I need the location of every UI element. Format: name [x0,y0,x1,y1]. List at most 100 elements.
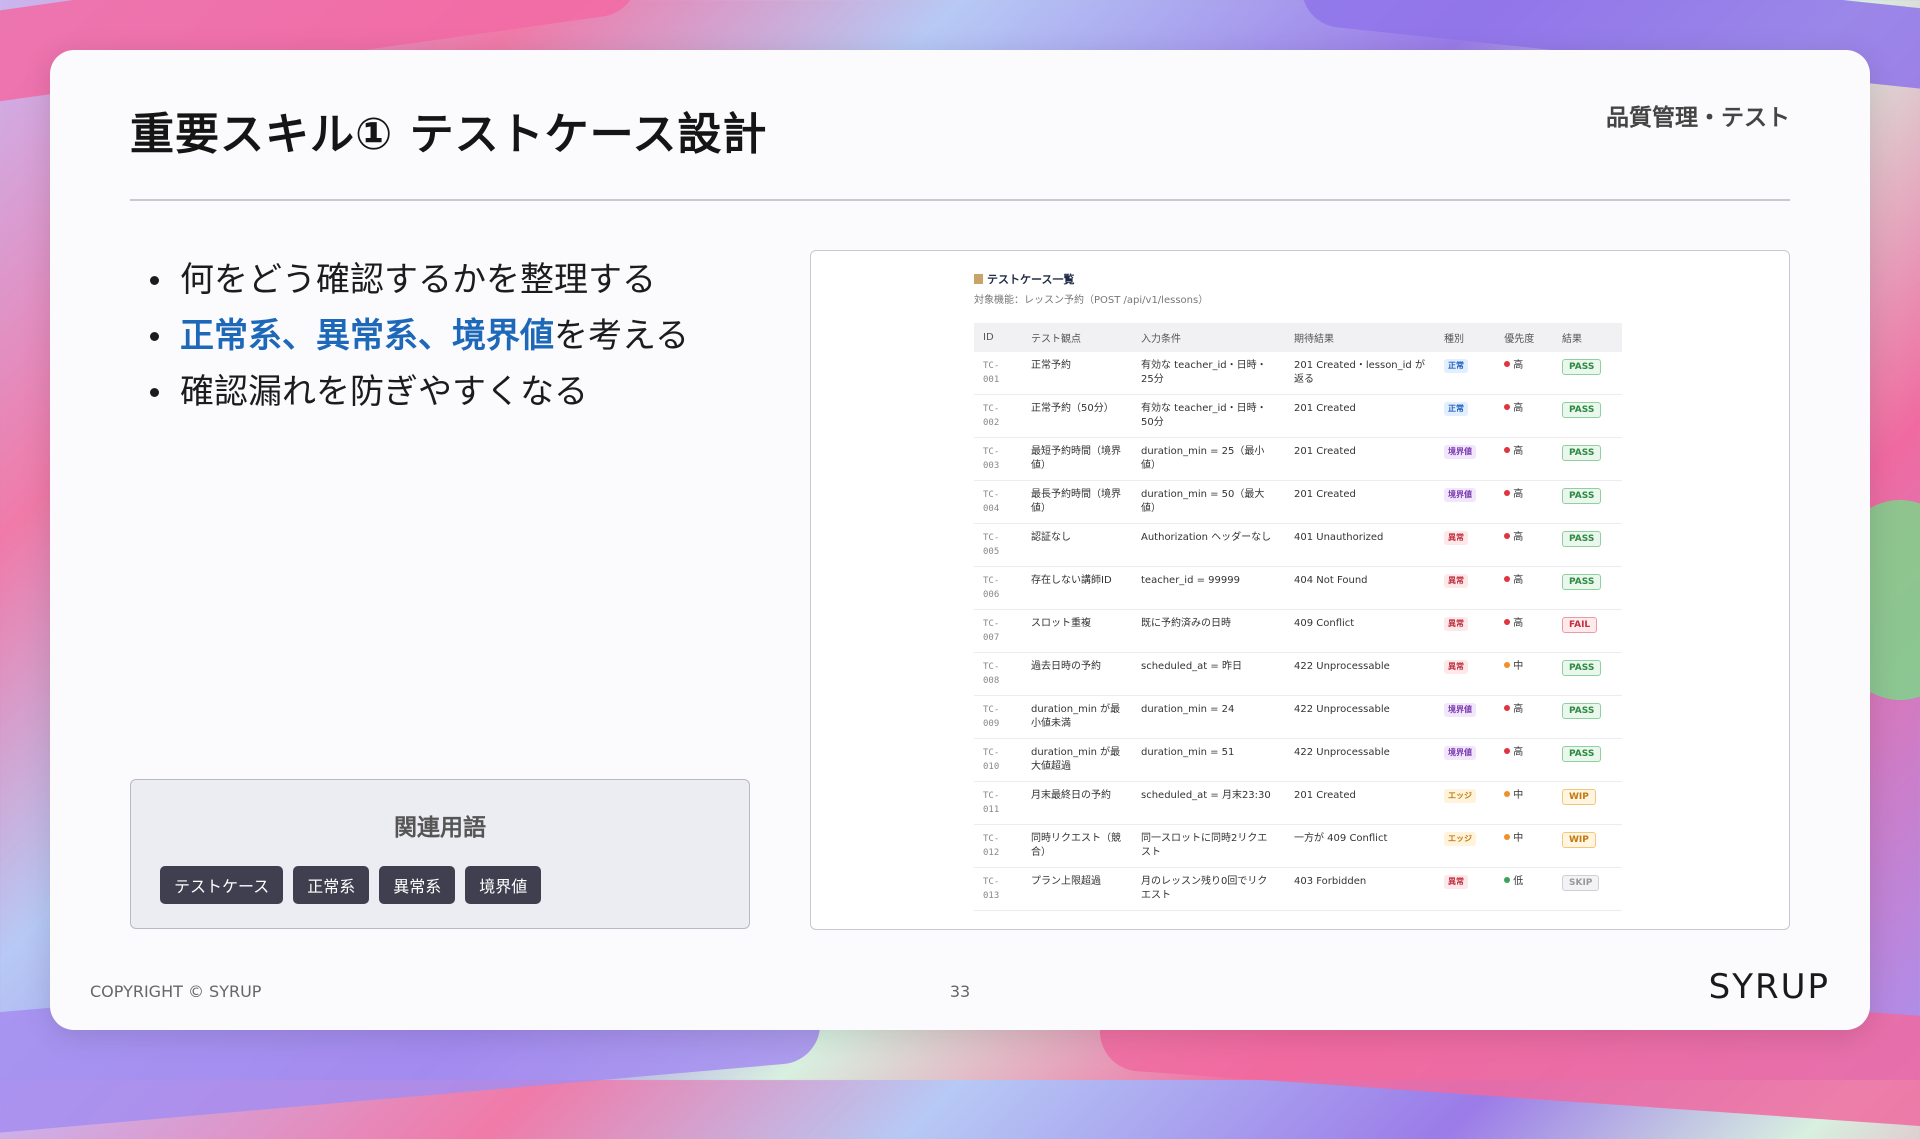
title-divider [130,199,1790,201]
table-row: TC-006 存在しない講師ID teacher_id = 99999 404 Not… [974,566,1622,610]
priority-label: 中 [1513,661,1524,672]
testcase-aspect: 過去日時の予約 [1022,652,1132,696]
type-badge: 異常 [1444,660,1468,674]
table-row: TC-011 月末最終日の予約 scheduled_at = 月末23:30 201 … [974,781,1622,825]
testcase-priority-cell: 高 [1495,523,1553,567]
type-badge: 異常 [1444,574,1468,588]
priority-dot-icon [1504,533,1511,539]
bullet-item: 確認漏れを防ぎやすくなる [150,364,689,420]
testcase-id: TC-012 [974,824,1022,868]
testcase-id: TC-006 [974,566,1022,610]
brand-logo: SYRUP [1708,967,1830,1007]
table-row: TC-008 過去日時の予約 scheduled_at = 昨日 422 Unproc… [974,652,1622,696]
bullet-text: 何をどう確認するかを整理する [180,260,656,300]
testcase-id: TC-011 [974,781,1022,825]
testcase-input: 同一スロットに同時2リクエスト [1132,824,1285,868]
priority-dot-icon [1504,705,1511,711]
testcase-priority-cell: 高 [1495,394,1553,438]
priority-label: 中 [1513,790,1524,801]
testcase-id: TC-005 [974,523,1022,567]
testcase-result-cell: SKIP [1553,867,1622,911]
testcase-aspect: 月末最終日の予約 [1022,781,1132,825]
result-badge: PASS [1562,574,1602,590]
related-terms-chips: テストケース 正常系 異常系 境界値 [160,866,542,904]
priority-label: 高 [1513,532,1524,543]
testcase-expected: 403 Forbidden [1285,867,1435,911]
type-badge: 正常 [1444,359,1468,373]
testcase-priority-cell: 高 [1495,695,1553,739]
type-badge: エッジ [1444,789,1476,803]
testcase-priority-cell: 中 [1495,781,1553,825]
testcase-expected: 422 Unprocessable [1285,738,1435,782]
testcase-aspect: プラン上限超過 [1022,867,1132,911]
column-header: 期待結果 [1285,323,1435,352]
testcase-expected: 401 Unauthorized [1285,523,1435,567]
testcase-priority-cell: 高 [1495,352,1553,395]
term-chip: 正常系 [293,866,370,904]
testcase-list-title: テストケース一覧 [974,271,1074,287]
testcase-input: scheduled_at = 昨日 [1132,652,1285,696]
testcase-id: TC-002 [974,394,1022,438]
testcase-expected: 一方が 409 Conflict [1285,824,1435,868]
testcase-aspect: 存在しない講師ID [1022,566,1132,610]
testcase-input: scheduled_at = 月末23:30 [1132,781,1285,825]
testcase-id: TC-008 [974,652,1022,696]
table-row: TC-003 最短予約時間（境界値） duration_min = 25（最小値） 2… [974,437,1622,481]
testcase-aspect: 最短予約時間（境界値） [1022,437,1132,481]
result-badge: PASS [1562,531,1602,547]
result-badge: PASS [1562,703,1602,719]
table-row: TC-002 正常予約（50分） 有効な teacher_id・日時・50分 201 … [974,394,1622,438]
priority-label: 高 [1513,747,1524,758]
priority-label: 高 [1513,403,1524,414]
testcase-type-cell: 正常 [1435,352,1496,395]
column-header: ID [974,323,1022,352]
priority-dot-icon [1504,662,1511,668]
testcase-result-cell: PASS [1553,652,1622,696]
priority-label: 高 [1513,618,1524,629]
table-row: TC-013 プラン上限超過 月のレッスン残り0回でリクエスト 403 Forbidd… [974,867,1622,911]
testcase-type-cell: 異常 [1435,609,1496,653]
bullet-item: 正常系、異常系、境界値を考える [150,308,689,364]
testcase-result-cell: WIP [1553,781,1622,825]
priority-dot-icon [1504,490,1511,496]
testcase-result-cell: PASS [1553,523,1622,567]
testcase-type-cell: 境界値 [1435,695,1496,739]
type-badge: 異常 [1444,531,1468,545]
table-row: TC-012 同時リクエスト（競合） 同一スロットに同時2リクエスト 一方が 409 … [974,824,1622,868]
type-badge: 異常 [1444,617,1468,631]
result-badge: SKIP [1562,875,1600,891]
testcase-id: TC-009 [974,695,1022,739]
priority-label: 高 [1513,704,1524,715]
priority-dot-icon [1504,404,1511,410]
bullet-dot-icon [150,332,159,341]
testcase-aspect: 認証なし [1022,523,1132,567]
type-badge: 境界値 [1444,488,1476,502]
testcase-expected: 422 Unprocessable [1285,695,1435,739]
testcase-input: duration_min = 25（最小値） [1132,437,1285,481]
testcase-expected: 201 Created [1285,394,1435,438]
testcase-list-subtitle: 対象機能：レッスン予約（POST /api/v1/lessons） [974,295,1209,306]
testcase-aspect: 同時リクエスト（競合） [1022,824,1132,868]
testcase-result-cell: PASS [1553,480,1622,524]
testcase-id: TC-003 [974,437,1022,481]
testcase-type-cell: 異常 [1435,867,1496,911]
table-row: TC-001 正常予約 有効な teacher_id・日時・25分 201 Creat… [974,352,1622,395]
result-badge: PASS [1562,402,1602,418]
testcase-expected: 409 Conflict [1285,609,1435,653]
testcase-table: ID テスト観点 入力条件 期待結果 種別 優先度 結果 TC-001 正常予約 有効な tea… [974,323,1622,911]
testcase-aspect: duration_min が最小値未満 [1022,695,1132,739]
testcase-expected: 201 Created [1285,480,1435,524]
result-badge: WIP [1562,789,1596,805]
testcase-aspect: 正常予約（50分） [1022,394,1132,438]
priority-dot-icon [1504,748,1511,754]
testcase-id: TC-007 [974,609,1022,653]
priority-dot-icon [1504,361,1511,367]
bullet-dot-icon [150,276,159,285]
testcase-priority-cell: 高 [1495,738,1553,782]
testcase-input: teacher_id = 99999 [1132,566,1285,610]
testcase-type-cell: エッジ [1435,781,1496,825]
testcase-priority-cell: 高 [1495,566,1553,610]
testcase-priority-cell: 高 [1495,480,1553,524]
term-chip: テストケース [160,866,284,904]
related-terms-title: 関連用語 [394,815,486,841]
